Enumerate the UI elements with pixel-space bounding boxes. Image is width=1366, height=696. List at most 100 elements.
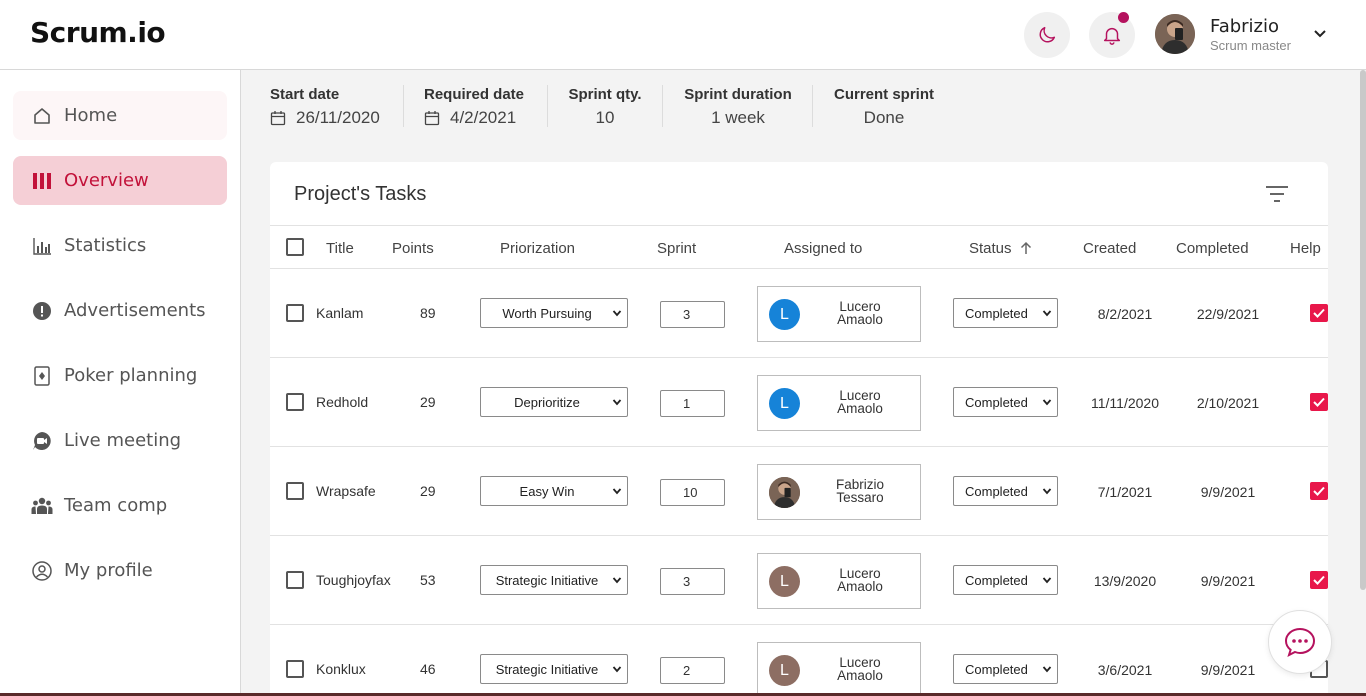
column-priorization[interactable]: Priorization: [500, 240, 575, 257]
row-checkbox[interactable]: [286, 571, 304, 589]
completed-date: 2/10/2021: [1196, 395, 1260, 411]
task-points: 53: [420, 572, 436, 588]
filter-icon[interactable]: [1264, 184, 1290, 204]
priorization-value: Strategic Initiative: [495, 572, 599, 588]
sprint-input[interactable]: 3: [660, 301, 725, 328]
status-value: Completed: [965, 572, 1028, 588]
task-title: Redhold: [316, 394, 369, 410]
card-icon: [31, 365, 53, 387]
divider: [812, 85, 813, 127]
status-select[interactable]: Completed: [953, 654, 1058, 684]
completed-date: 22/9/2021: [1196, 306, 1260, 322]
assignee-name: Lucero Amaolo: [812, 656, 908, 683]
status-select[interactable]: Completed: [953, 565, 1058, 595]
assignee-name: Lucero Amaolo: [812, 300, 908, 327]
help-checkbox[interactable]: [1310, 482, 1328, 500]
sidebar-item-team-comp[interactable]: Team comp: [13, 481, 227, 530]
assignee-card[interactable]: L Lucero Amaolo: [757, 286, 921, 342]
chat-button[interactable]: [1268, 610, 1332, 674]
row-checkbox[interactable]: [286, 660, 304, 678]
task-title: Toughjoyfax: [316, 572, 391, 588]
sidebar-item-poker-planning[interactable]: Poker planning: [13, 351, 227, 400]
scrollbar[interactable]: [1360, 70, 1366, 590]
priorization-value: Easy Win: [519, 483, 575, 499]
table-row: Konklux 46 Strategic Initiative 2 L Lucero Ama…: [270, 625, 1328, 696]
notification-badge: [1118, 12, 1129, 23]
sidebar-item-label: Home: [64, 105, 118, 126]
task-points: 46: [420, 661, 436, 677]
status-select[interactable]: Completed: [953, 476, 1058, 506]
assignee-card[interactable]: L Lucero Amaolo: [757, 553, 921, 609]
sidebar-item-label: Team comp: [64, 495, 168, 516]
tasks-card: Project's Tasks Title Points Priorizatio…: [270, 162, 1328, 696]
sprint-input[interactable]: 10: [660, 479, 725, 506]
sidebar-item-label: Overview: [64, 170, 149, 191]
sidebar-item-label: Live meeting: [64, 430, 182, 451]
row-checkbox[interactable]: [286, 393, 304, 411]
sidebar-item-statistics[interactable]: Statistics: [13, 221, 227, 270]
table-row: Toughjoyfax 53 Strategic Initiative 3 L Lucer…: [270, 536, 1328, 625]
user-role: Scrum master: [1210, 38, 1291, 53]
sprint-input[interactable]: 2: [660, 657, 725, 684]
status-select[interactable]: Completed: [953, 387, 1058, 417]
sidebar-item-live-meeting[interactable]: Live meeting: [13, 416, 227, 465]
assignee-last-name: Amaolo: [837, 312, 883, 327]
chevron-down-icon[interactable]: [1312, 26, 1328, 42]
sidebar-item-label: My profile: [64, 560, 153, 581]
task-title: Kanlam: [316, 305, 364, 321]
start-date-value: 26/11/2020: [296, 108, 380, 127]
column-created[interactable]: Created: [1083, 240, 1136, 257]
assignee-card[interactable]: L Lucero Amaolo: [757, 642, 921, 696]
table-row: Redhold 29 Deprioritize 1 L Lucero Amaolo Compl…: [270, 358, 1328, 447]
sidebar-item-overview[interactable]: Overview: [13, 156, 227, 205]
sprint-duration-label: Sprint duration: [684, 86, 792, 103]
priorization-select[interactable]: Deprioritize: [480, 387, 628, 417]
created-date: 13/9/2020: [1093, 573, 1157, 589]
avatar-letter: L: [780, 572, 789, 590]
column-sprint[interactable]: Sprint: [657, 240, 696, 257]
task-title: Konklux: [316, 661, 366, 677]
calendar-icon[interactable]: [270, 110, 286, 126]
sidebar-item-home[interactable]: Home: [13, 91, 227, 140]
top-bar: Scrum.io Fabrizio Scrum master: [0, 0, 1366, 70]
assignee-card[interactable]: L Lucero Amaolo: [757, 375, 921, 431]
priorization-select[interactable]: Worth Pursuing: [480, 298, 628, 328]
sprint-input[interactable]: 1: [660, 390, 725, 417]
notifications-button[interactable]: [1089, 12, 1135, 58]
assignee-card[interactable]: Fabrizio Tessaro: [757, 464, 921, 520]
sidebar: Home Overview Statistics Advertisements …: [0, 70, 241, 696]
column-status[interactable]: Status: [969, 240, 1032, 257]
priorization-select[interactable]: Strategic Initiative: [480, 654, 628, 684]
tasks-title: Project's Tasks: [294, 183, 427, 205]
help-checkbox[interactable]: [1310, 571, 1328, 589]
row-checkbox[interactable]: [286, 482, 304, 500]
priorization-select[interactable]: Strategic Initiative: [480, 565, 628, 595]
column-completed[interactable]: Completed: [1176, 240, 1249, 257]
column-points[interactable]: Points: [392, 240, 434, 257]
sidebar-item-advertisements[interactable]: Advertisements: [13, 286, 227, 335]
help-checkbox[interactable]: [1310, 393, 1328, 411]
status-value: Completed: [965, 483, 1028, 499]
avatar: L: [769, 655, 800, 686]
home-icon: [31, 105, 53, 127]
status-select[interactable]: Completed: [953, 298, 1058, 328]
select-all-checkbox[interactable]: [286, 238, 304, 256]
priorization-select[interactable]: Easy Win: [480, 476, 628, 506]
help-checkbox[interactable]: [1310, 304, 1328, 322]
column-help[interactable]: Help: [1290, 240, 1321, 257]
theme-toggle-button[interactable]: [1024, 12, 1070, 58]
assignee-last-name: Amaolo: [837, 668, 883, 683]
row-checkbox[interactable]: [286, 304, 304, 322]
calendar-icon[interactable]: [424, 110, 440, 126]
user-avatar[interactable]: [1155, 14, 1195, 54]
column-title[interactable]: Title: [326, 240, 354, 257]
sidebar-item-my-profile[interactable]: My profile: [13, 546, 227, 595]
sprint-input[interactable]: 3: [660, 568, 725, 595]
task-points: 89: [420, 305, 436, 321]
table-row: Kanlam 89 Worth Pursuing 3 L Lucero Amaolo Comp…: [270, 269, 1328, 358]
app-logo[interactable]: Scrum.io: [30, 16, 166, 49]
user-circle-icon: [31, 560, 53, 582]
column-status-label: Status: [969, 240, 1012, 257]
task-points: 29: [420, 483, 436, 499]
column-assigned-to[interactable]: Assigned to: [784, 240, 862, 257]
